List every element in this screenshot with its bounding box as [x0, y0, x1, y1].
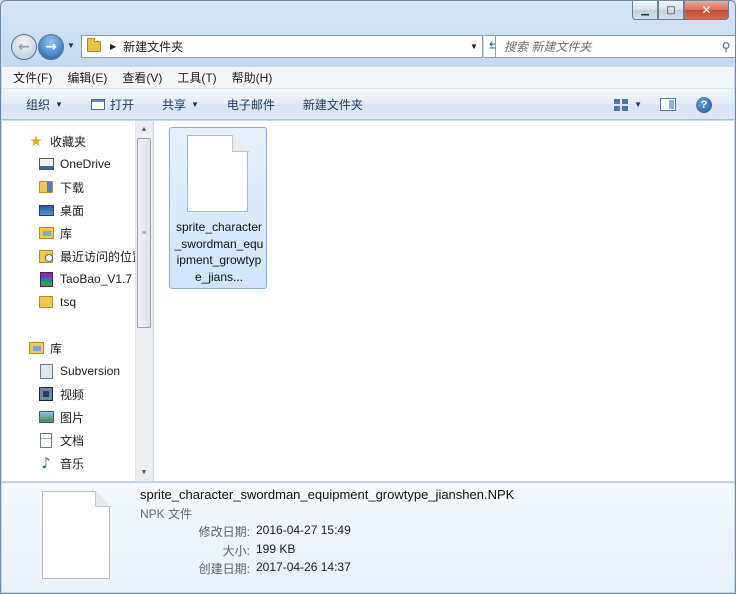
sidebar-item-label: 最近访问的位置	[60, 249, 136, 264]
sidebar-item-label: 桌面	[60, 203, 85, 218]
details-created-row: 创建日期: 2017-04-26 14:37	[140, 560, 540, 579]
sidebar-item-label: 文档	[60, 433, 85, 448]
recent-pages-dropdown[interactable]: ▼	[67, 41, 75, 50]
address-dropdown-icon[interactable]: ▼	[466, 36, 482, 57]
breadcrumb-separator-icon[interactable]: ▶	[110, 42, 116, 51]
sidebar-item-label: 视频	[60, 387, 85, 402]
new-folder-button[interactable]: 新建文件夹	[303, 96, 363, 113]
recent-places-icon	[38, 248, 54, 264]
file-item[interactable]: sprite_character_swordman_equipment_grow…	[169, 127, 267, 289]
video-icon	[38, 386, 54, 402]
breadcrumb-current-folder[interactable]: 新建文件夹	[123, 38, 183, 55]
open-button[interactable]: 打开	[90, 96, 134, 113]
details-file-name: sprite_character_swordman_equipment_grow…	[140, 487, 515, 502]
open-window-icon	[90, 98, 105, 110]
forward-arrow-icon: →	[45, 39, 57, 55]
scrollbar-thumb[interactable]: ≡	[137, 138, 151, 328]
view-options-dropdown[interactable]: ▼	[634, 100, 642, 109]
details-modified-label: 修改日期:	[198, 525, 250, 539]
sidebar-item-recent-places[interactable]: 最近访问的位置	[38, 245, 136, 267]
details-pane: sprite_character_swordman_equipment_grow…	[2, 482, 734, 592]
subversion-icon	[38, 363, 54, 379]
onedrive-icon	[38, 156, 54, 172]
back-button[interactable]: ←	[11, 34, 37, 60]
sidebar-item-label: 库	[60, 226, 73, 241]
details-modified-value[interactable]: 2016-04-27 15:49	[256, 523, 351, 537]
details-modified-row: 修改日期: 2016-04-27 15:49	[140, 523, 540, 542]
close-button[interactable]: ✕	[684, 1, 729, 20]
sidebar-item-label: 下载	[60, 180, 85, 195]
sidebar-item-label: Subversion	[60, 364, 121, 378]
details-size-value: 199 KB	[256, 542, 296, 556]
star-icon: ★	[29, 132, 43, 150]
organize-label: 组织	[26, 97, 51, 112]
library-icon	[38, 225, 54, 241]
share-label: 共享	[161, 97, 186, 112]
forward-button[interactable]: →	[38, 34, 64, 60]
document-icon	[38, 432, 54, 448]
address-bar[interactable]: ▶ 新建文件夹 ▼	[81, 35, 483, 58]
details-created-label: 创建日期:	[198, 562, 250, 576]
music-note-icon: ♪	[41, 454, 51, 472]
library-icon	[28, 340, 44, 356]
organize-button[interactable]: 组织 ▼	[26, 96, 63, 113]
caption-buttons: ▁ □ ✕	[632, 1, 729, 20]
maximize-button[interactable]: □	[658, 1, 684, 20]
scroll-up-icon[interactable]: ▲	[136, 121, 152, 138]
file-item-name: sprite_character_swordman_equipment_grow…	[174, 220, 264, 284]
email-label: 电子邮件	[226, 97, 275, 112]
chevron-down-icon: ▼	[190, 99, 199, 109]
menu-help[interactable]: 帮助(H)	[232, 69, 273, 86]
file-corner-fold	[232, 135, 249, 152]
back-arrow-icon: ←	[18, 39, 30, 55]
navigation-pane-scrollbar[interactable]: ▲ ≡ ▼	[135, 121, 152, 481]
sidebar-item-taobao[interactable]: TaoBao_V1.7	[38, 268, 136, 290]
menu-tools[interactable]: 工具(T)	[177, 69, 216, 86]
share-button[interactable]: 共享 ▼	[162, 96, 199, 113]
picture-icon	[38, 409, 54, 425]
folder-icon	[87, 38, 101, 52]
search-input[interactable]: 搜索 新建文件夹	[496, 38, 716, 55]
menu-edit[interactable]: 编辑(E)	[67, 69, 107, 86]
navigation-pane: ★ 收藏夹 OneDrive 下载 桌面 库 最近访问的位置 TaoBao_V1…	[2, 121, 153, 481]
details-created-value[interactable]: 2017-04-26 14:37	[256, 560, 351, 574]
folder-icon	[38, 294, 54, 310]
toolbar-right-group: ▼ ?	[614, 89, 734, 120]
sidebar-item-label: 图片	[60, 410, 85, 425]
menu-file[interactable]: 文件(F)	[13, 69, 52, 86]
sidebar-item-label: 音乐	[60, 456, 85, 471]
desktop-icon	[38, 202, 54, 218]
explorer-window: ▁ □ ✕ ← → ▼ ▶ 新建文件夹 ▼ ⇆ 搜索 新建文件夹 ⚲ 文件(F)…	[0, 0, 736, 594]
sidebar-item-label: TaoBao_V1.7	[60, 272, 133, 286]
sidebar-item-label: 收藏夹	[50, 134, 87, 149]
details-file-type: NPK 文件	[140, 507, 193, 521]
command-bar: 组织 ▼ 打开 共享 ▼ 电子邮件 新建文件夹 ▼ ?	[2, 89, 734, 120]
archive-icon	[38, 271, 54, 287]
preview-pane-icon[interactable]	[660, 98, 676, 111]
chevron-down-icon: ▼	[55, 99, 63, 109]
sidebar-item-label: OneDrive	[60, 157, 111, 171]
minimize-button[interactable]: ▁	[632, 1, 658, 20]
sidebar-item-label: 库	[50, 341, 63, 356]
details-size-label: 大小:	[222, 544, 250, 558]
file-list: sprite_character_swordman_equipment_grow…	[154, 121, 734, 481]
email-button[interactable]: 电子邮件	[227, 96, 275, 113]
help-icon[interactable]: ?	[696, 96, 712, 113]
new-folder-label: 新建文件夹	[302, 97, 363, 112]
downloads-folder-icon	[38, 179, 54, 195]
navigation-bar: ← → ▼ ▶ 新建文件夹 ▼ ⇆ 搜索 新建文件夹 ⚲	[9, 31, 735, 61]
open-label: 打开	[109, 97, 134, 112]
menu-view[interactable]: 查看(V)	[122, 69, 162, 86]
search-icon[interactable]: ⚲	[716, 40, 735, 54]
scroll-down-icon[interactable]: ▼	[136, 464, 152, 481]
change-view-icon[interactable]	[614, 98, 629, 111]
menu-bar: 文件(F) 编辑(E) 查看(V) 工具(T) 帮助(H)	[2, 67, 734, 89]
details-size-row: 大小: 199 KB	[140, 542, 540, 561]
file-corner-fold	[95, 491, 111, 507]
sidebar-item-label: tsq	[60, 295, 77, 309]
search-box[interactable]: 搜索 新建文件夹 ⚲	[495, 35, 735, 58]
